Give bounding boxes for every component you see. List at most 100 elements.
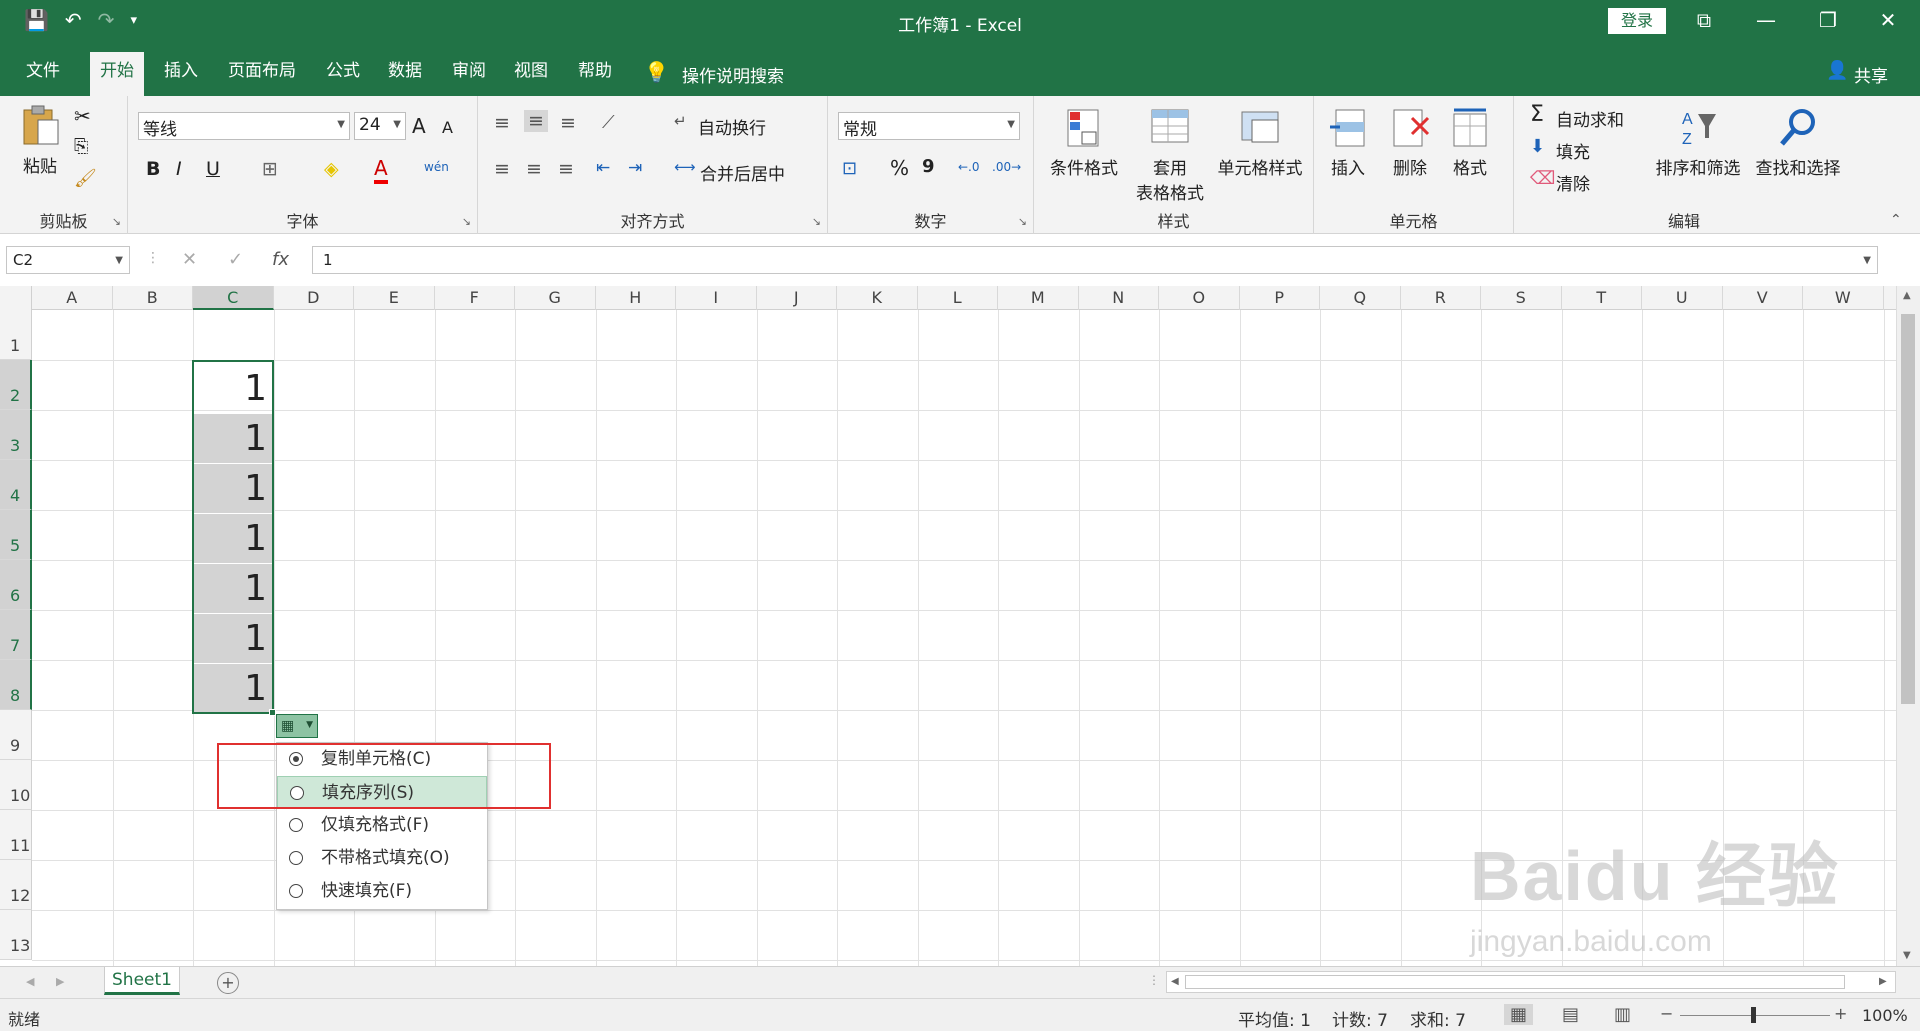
align-center-icon[interactable]: ≡ [526, 158, 542, 180]
autosum-icon[interactable]: Σ [1530, 102, 1544, 127]
decrease-decimal-icon[interactable]: .00→ [992, 160, 1021, 174]
format-painter-icon[interactable]: 🖌 [74, 168, 97, 189]
close-icon[interactable]: ✕ [1868, 8, 1908, 32]
merge-center-icon[interactable]: ⟷ [674, 158, 696, 176]
italic-button[interactable]: I [176, 158, 182, 180]
row-header-1[interactable]: 1 [0, 310, 32, 360]
tab-view[interactable]: 视图 [504, 58, 558, 96]
vertical-scrollbar[interactable]: ▲ ▼ [1896, 286, 1920, 966]
column-header-s[interactable]: S [1481, 286, 1562, 310]
column-header-p[interactable]: P [1240, 286, 1320, 310]
fill-handle[interactable] [269, 709, 276, 716]
add-sheet-button[interactable]: + [217, 972, 239, 994]
column-header-e[interactable]: E [354, 286, 435, 310]
sort-filter-button[interactable]: A Z 排序和筛选 [1650, 106, 1746, 179]
formula-bar-splitter[interactable]: ⋮ [146, 250, 160, 266]
font-name-combo[interactable]: 等线 ▼ [138, 112, 350, 140]
wrap-text-icon[interactable]: ↵ [674, 112, 687, 130]
scroll-right-icon[interactable]: ▶ [1879, 976, 1887, 987]
scroll-down-icon[interactable]: ▼ [1903, 950, 1911, 961]
prev-sheet-icon[interactable]: ◀ [26, 975, 34, 988]
row-header-4[interactable]: 4 [0, 460, 32, 510]
shrink-font-icon[interactable]: A [442, 118, 453, 137]
column-header-q[interactable]: Q [1320, 286, 1401, 310]
eraser-icon[interactable]: ⌫ [1530, 168, 1555, 189]
bold-button[interactable]: B [146, 158, 160, 180]
delete-cells-button[interactable]: 删除 [1380, 106, 1440, 179]
column-header-i[interactable]: I [676, 286, 757, 310]
scroll-left-icon[interactable]: ◀ [1171, 976, 1179, 987]
tab-file[interactable]: 文件 [16, 58, 70, 96]
row-header-11[interactable]: 11 [0, 810, 32, 860]
scroll-up-icon[interactable]: ▲ [1903, 290, 1911, 301]
column-header-o[interactable]: O [1159, 286, 1240, 310]
status-sum[interactable]: 求和: 7 [1410, 1006, 1466, 1031]
autofill-options-button[interactable]: ▦ ▼ [276, 714, 318, 738]
format-cells-button[interactable]: 格式 [1440, 106, 1500, 179]
tab-formulas[interactable]: 公式 [316, 58, 370, 96]
zoom-level[interactable]: 100% [1862, 1006, 1908, 1025]
insert-cells-button[interactable]: 插入 [1318, 106, 1378, 179]
vertical-scroll-thumb[interactable] [1901, 314, 1915, 704]
column-header-w[interactable]: W [1803, 286, 1884, 310]
formula-input[interactable]: 1 ▼ [312, 246, 1878, 274]
row-header-6[interactable]: 6 [0, 560, 32, 610]
tab-insert[interactable]: 插入 [154, 58, 208, 96]
accounting-format-icon[interactable]: ⊡ [842, 158, 857, 179]
column-header-l[interactable]: L [918, 286, 998, 310]
orientation-icon[interactable]: ⟋ [602, 112, 615, 133]
align-bottom-icon[interactable]: ≡ [560, 112, 576, 134]
menu-item-fill-formatting-only[interactable]: 仅填充格式(F) [277, 809, 487, 841]
page-break-view-icon[interactable]: ▥ [1614, 1004, 1631, 1025]
tab-page-layout[interactable]: 页面布局 [218, 58, 306, 96]
grow-font-icon[interactable]: A [412, 114, 426, 138]
zoom-in-button[interactable]: + [1834, 1004, 1847, 1023]
zoom-out-button[interactable]: − [1660, 1004, 1673, 1023]
fill-color-icon[interactable]: ◈ [324, 158, 339, 180]
share-button[interactable]: 共享 [1854, 62, 1888, 87]
tab-help[interactable]: 帮助 [568, 58, 622, 96]
tab-review[interactable]: 审阅 [442, 58, 496, 96]
wrap-text-button[interactable]: 自动换行 [698, 114, 766, 139]
zoom-slider-thumb[interactable] [1751, 1007, 1756, 1023]
restore-icon[interactable]: ❐ [1808, 8, 1848, 32]
column-header-f[interactable]: F [435, 286, 515, 310]
row-header-10[interactable]: 10 [0, 760, 32, 810]
cut-icon[interactable]: ✂ [74, 104, 91, 128]
autosum-button[interactable]: 自动求和 [1556, 106, 1624, 131]
fill-down-icon[interactable]: ⬇ [1530, 136, 1545, 157]
horizontal-scroll-thumb[interactable] [1185, 975, 1845, 989]
collapse-ribbon-icon[interactable]: ⌃ [1890, 212, 1902, 228]
column-header-h[interactable]: H [596, 286, 676, 310]
merge-center-button[interactable]: 合并后居中 [700, 160, 785, 185]
column-header-k[interactable]: K [837, 286, 918, 310]
row-header-9[interactable]: 9 [0, 710, 32, 760]
find-select-button[interactable]: 查找和选择 [1750, 106, 1846, 179]
copy-icon[interactable]: ⎘ [74, 136, 88, 157]
phonetic-guide-icon[interactable]: wén [424, 160, 449, 174]
number-launcher-icon[interactable]: ↘ [1018, 215, 1027, 228]
font-color-button[interactable]: A [374, 156, 388, 184]
row-header-2[interactable]: 2 [0, 360, 32, 410]
status-average[interactable]: 平均值: 1 [1238, 1006, 1311, 1031]
percent-button[interactable]: % [890, 156, 909, 180]
font-size-combo[interactable]: 24 ▼ [354, 112, 406, 140]
align-right-icon[interactable]: ≡ [558, 158, 574, 180]
column-header-r[interactable]: R [1401, 286, 1481, 310]
alignment-launcher-icon[interactable]: ↘ [812, 215, 821, 228]
column-header-b[interactable]: B [113, 286, 193, 310]
normal-view-icon[interactable]: ▦ [1504, 1004, 1534, 1025]
column-header-a[interactable]: A [32, 286, 113, 310]
font-launcher-icon[interactable]: ↘ [462, 215, 471, 228]
tab-home[interactable]: 开始 [90, 52, 144, 96]
column-header-u[interactable]: U [1642, 286, 1723, 310]
row-header-8[interactable]: 8 [0, 660, 32, 710]
column-header-m[interactable]: M [998, 286, 1079, 310]
align-middle-icon[interactable]: ≡ [524, 110, 548, 132]
cell-styles-button[interactable]: 单元格样式 [1210, 106, 1310, 179]
align-top-icon[interactable]: ≡ [494, 112, 510, 134]
enter-icon[interactable]: ✓ [228, 249, 243, 270]
column-header-g[interactable]: G [515, 286, 596, 310]
cancel-icon[interactable]: ✕ [182, 249, 197, 270]
increase-indent-icon[interactable]: ⇥ [628, 158, 642, 178]
